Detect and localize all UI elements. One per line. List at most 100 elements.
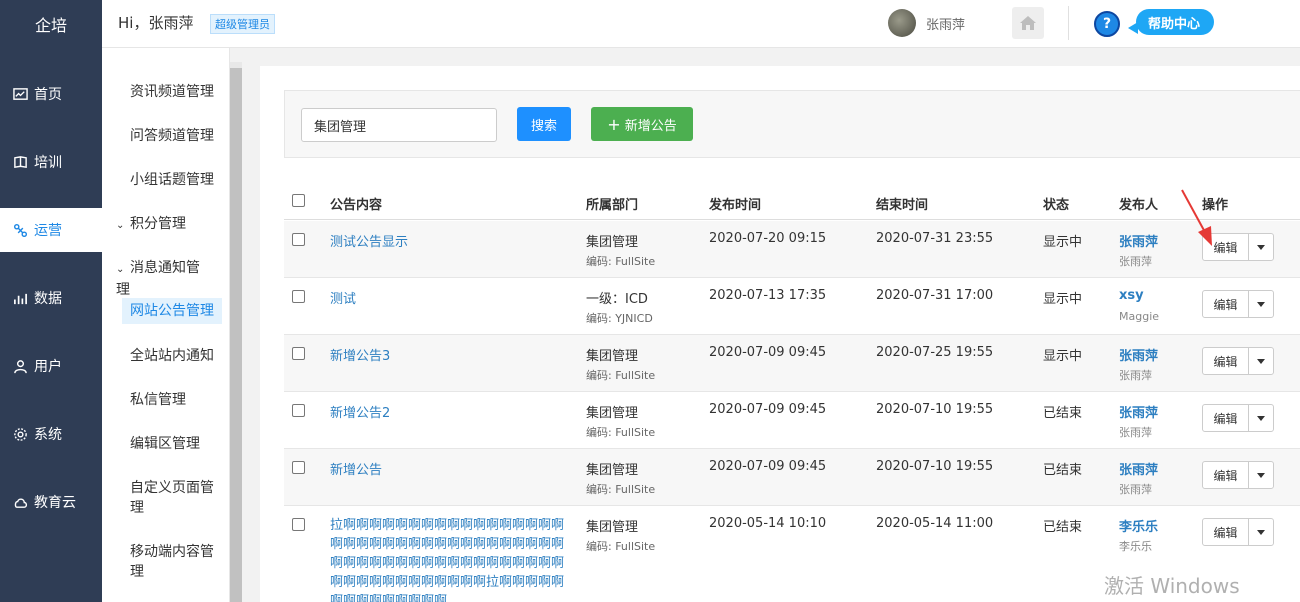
publisher-link[interactable]: 李乐乐 xyxy=(1119,516,1158,535)
publisher-link[interactable]: 张雨萍 xyxy=(1119,231,1158,250)
select-all-checkbox[interactable] xyxy=(292,194,305,207)
end-time: 2020-05-14 11:00 xyxy=(876,516,994,531)
greeting-text: Hi，张雨萍 xyxy=(118,14,194,32)
submenu-item-4[interactable]: ⌄ 消息通知管理 xyxy=(116,258,208,300)
training-icon xyxy=(12,154,28,170)
publisher-sub: 李乐乐 xyxy=(1119,540,1152,553)
row-action-group: 编辑 xyxy=(1202,518,1274,546)
windows-activation-watermark: 激活 Windows xyxy=(1104,574,1240,598)
add-announcement-button[interactable]: + 新增公告 xyxy=(591,107,693,141)
more-actions-dropdown[interactable] xyxy=(1249,462,1273,488)
more-actions-dropdown[interactable] xyxy=(1249,291,1273,317)
more-actions-dropdown[interactable] xyxy=(1249,519,1273,545)
publisher-sub: 张雨萍 xyxy=(1119,483,1152,496)
submenu-item-10[interactable]: 移动端内容管理 xyxy=(130,542,222,582)
column-header-start[interactable]: 发布时间 xyxy=(709,194,761,213)
nav-item-label: 首页 xyxy=(34,87,62,103)
end-time: 2020-07-25 19:55 xyxy=(876,345,994,360)
announcement-title-link[interactable]: 新增公告 xyxy=(330,459,382,478)
column-header-publisher[interactable]: 发布人 xyxy=(1119,194,1158,213)
submenu-item-3[interactable]: ⌄ 积分管理 xyxy=(116,214,208,236)
announcement-title-link[interactable]: 测试 xyxy=(330,288,356,307)
dept-name: 集团管理 xyxy=(586,349,639,364)
submenu-item-label: 网站公告管理 xyxy=(130,303,214,319)
submenu-item-9[interactable]: 自定义页面管理 xyxy=(130,478,222,518)
app-logo[interactable]: 企培 xyxy=(0,0,102,48)
submenu-item-6[interactable]: 全站站内通知 xyxy=(130,346,222,366)
more-actions-dropdown[interactable] xyxy=(1249,405,1273,431)
announcement-title-link[interactable]: 拉啊啊啊啊啊啊啊啊啊啊啊啊啊啊啊啊啊啊啊啊啊啊啊啊啊啊啊啊啊啊啊啊啊啊啊啊啊啊啊… xyxy=(330,516,570,602)
column-header-content[interactable]: 公告内容 xyxy=(330,194,382,213)
search-button[interactable]: 搜索 xyxy=(517,107,571,141)
announcement-title-link[interactable]: 新增公告2 xyxy=(330,402,390,421)
submenu-item-1[interactable]: 问答频道管理 xyxy=(130,126,222,146)
row-action-group: 编辑 xyxy=(1202,404,1274,432)
plus-icon: + xyxy=(607,114,621,134)
nav-item-5[interactable]: 系统 xyxy=(0,412,102,456)
secondary-menu: 资讯频道管理 问答频道管理 小组话题管理 ⌄ 积分管理 ⌄ 消息通知管理网站公告管理 全站站内… xyxy=(102,48,230,602)
column-header-dept[interactable]: 所属部门 xyxy=(586,194,638,213)
submenu-item-label: 全站站内通知 xyxy=(130,348,214,364)
nav-item-2[interactable]: 运营 xyxy=(0,208,102,252)
search-bar: 搜索 + 新增公告 xyxy=(284,90,1300,158)
home-button[interactable] xyxy=(1012,7,1044,39)
edit-button[interactable]: 编辑 xyxy=(1203,405,1249,431)
row-checkbox[interactable] xyxy=(292,404,305,417)
nav-item-label: 系统 xyxy=(34,427,62,443)
start-time: 2020-07-09 09:45 xyxy=(709,402,827,417)
dept-code: 编码: FullSite xyxy=(586,483,656,496)
chevron-down-icon: ⌄ xyxy=(116,264,125,275)
submenu-item-0[interactable]: 资讯频道管理 xyxy=(130,82,222,102)
top-username[interactable]: 张雨萍 xyxy=(926,14,965,33)
submenu-scrollbar[interactable] xyxy=(230,62,242,602)
row-checkbox[interactable] xyxy=(292,233,305,246)
edit-button[interactable]: 编辑 xyxy=(1203,348,1249,374)
nav-item-label: 运营 xyxy=(34,223,62,239)
submenu-item-8[interactable]: 编辑区管理 xyxy=(130,434,222,454)
publisher-link[interactable]: xsy xyxy=(1119,288,1144,303)
table-row: 新增公告3 集团管理 编码: FullSite 2020-07-09 09:45 202… xyxy=(284,335,1300,392)
nav-item-1[interactable]: 培训 xyxy=(0,140,102,184)
search-input[interactable] xyxy=(301,108,497,142)
nav-item-label: 培训 xyxy=(34,155,62,171)
end-time: 2020-07-31 17:00 xyxy=(876,288,994,303)
publisher-link[interactable]: 张雨萍 xyxy=(1119,459,1158,478)
edit-button[interactable]: 编辑 xyxy=(1203,291,1249,317)
nav-item-label: 数据 xyxy=(34,291,62,307)
publisher-sub: Maggie xyxy=(1119,310,1160,323)
gear-icon xyxy=(12,426,28,442)
row-checkbox[interactable] xyxy=(292,347,305,360)
row-checkbox[interactable] xyxy=(292,518,305,531)
edit-button[interactable]: 编辑 xyxy=(1203,519,1249,545)
publisher-link[interactable]: 张雨萍 xyxy=(1119,402,1158,421)
row-checkbox[interactable] xyxy=(292,290,305,303)
primary-nav: 企培 首页培训运营数据用户系统教育云 xyxy=(0,0,102,602)
nav-item-3[interactable]: 数据 xyxy=(0,276,102,320)
submenu-item-7[interactable]: 私信管理 xyxy=(130,390,222,410)
more-actions-dropdown[interactable] xyxy=(1249,348,1273,374)
add-announcement-label: 新增公告 xyxy=(624,118,677,134)
dept-name: 集团管理 xyxy=(586,520,639,535)
announcement-title-link[interactable]: 新增公告3 xyxy=(330,345,390,364)
column-header-status[interactable]: 状态 xyxy=(1043,194,1069,213)
submenu-item-2[interactable]: 小组话题管理 xyxy=(130,170,222,190)
nav-item-6[interactable]: 教育云 xyxy=(0,480,102,524)
nav-item-0[interactable]: 首页 xyxy=(0,72,102,116)
nav-item-4[interactable]: 用户 xyxy=(0,344,102,388)
nav-item-label: 教育云 xyxy=(34,495,76,511)
row-checkbox[interactable] xyxy=(292,461,305,474)
edit-button[interactable]: 编辑 xyxy=(1203,462,1249,488)
help-center-button[interactable]: 帮助中心 xyxy=(1136,9,1215,35)
dept-code: 编码: FullSite xyxy=(586,540,656,553)
avatar[interactable] xyxy=(888,9,916,37)
column-header-end[interactable]: 结束时间 xyxy=(876,194,928,213)
start-time: 2020-07-09 09:45 xyxy=(709,459,827,474)
announcement-title-link[interactable]: 测试公告显示 xyxy=(330,231,408,250)
publisher-link[interactable]: 张雨萍 xyxy=(1119,345,1158,364)
row-action-group: 编辑 xyxy=(1202,290,1274,318)
scrollbar-thumb[interactable] xyxy=(230,68,242,602)
submenu-item-5[interactable]: 网站公告管理 xyxy=(122,298,222,324)
more-actions-dropdown[interactable] xyxy=(1249,234,1273,260)
help-question-icon[interactable]: ? xyxy=(1094,11,1120,37)
end-time: 2020-07-31 23:55 xyxy=(876,231,994,246)
